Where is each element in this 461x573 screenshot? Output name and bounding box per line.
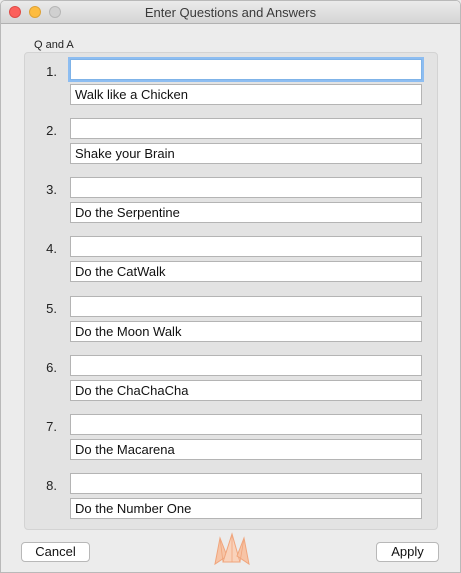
apply-button[interactable]: Apply [376, 542, 439, 562]
cancel-button[interactable]: Cancel [21, 542, 90, 562]
origami-crown-logo-icon [214, 532, 250, 566]
qa-row-6: 6. Do the ChaChaCha [25, 355, 437, 405]
question-field-5[interactable] [70, 296, 422, 317]
answer-field-7[interactable]: Do the Macarena [70, 439, 422, 460]
qa-row-7: 7. Do the Macarena [25, 414, 437, 464]
row-number: 6. [46, 360, 57, 375]
row-number: 4. [46, 241, 57, 256]
row-number: 8. [46, 478, 57, 493]
row-number: 3. [46, 182, 57, 197]
row-number: 5. [46, 301, 57, 316]
answer-field-5[interactable]: Do the Moon Walk [70, 321, 422, 342]
row-number: 2. [46, 123, 57, 138]
row-number: 1. [46, 64, 57, 79]
qa-row-1: 1. Walk like a Chicken [25, 59, 437, 109]
question-field-4[interactable] [70, 236, 422, 257]
answer-field-1[interactable]: Walk like a Chicken [70, 84, 422, 105]
qa-row-3: 3. Do the Serpentine [25, 177, 437, 227]
answer-field-4[interactable]: Do the CatWalk [70, 261, 422, 282]
question-field-7[interactable] [70, 414, 422, 435]
group-label: Q and A [34, 39, 74, 51]
answer-field-6[interactable]: Do the ChaChaCha [70, 380, 422, 401]
title-bar[interactable]: Enter Questions and Answers [1, 1, 460, 24]
question-field-2[interactable] [70, 118, 422, 139]
answer-field-8[interactable]: Do the Number One [70, 498, 422, 519]
question-field-3[interactable] [70, 177, 422, 198]
answer-field-2[interactable]: Shake your Brain [70, 143, 422, 164]
qa-row-8: 8. Do the Number One [25, 473, 437, 523]
question-field-1[interactable] [70, 59, 422, 80]
question-field-8[interactable] [70, 473, 422, 494]
qa-row-4: 4. Do the CatWalk [25, 236, 437, 286]
question-field-6[interactable] [70, 355, 422, 376]
window-title: Enter Questions and Answers [144, 5, 317, 20]
qa-row-5: 5. Do the Moon Walk [25, 296, 437, 346]
qa-row-2: 2. Shake your Brain [25, 118, 437, 168]
row-number: 7. [46, 419, 57, 434]
qa-group-box: 1. Walk like a Chicken 2. Shake your Bra… [24, 52, 438, 530]
dialog-window: Enter Questions and Answers Q and A 1. W… [0, 0, 461, 573]
answer-field-3[interactable]: Do the Serpentine [70, 202, 422, 223]
